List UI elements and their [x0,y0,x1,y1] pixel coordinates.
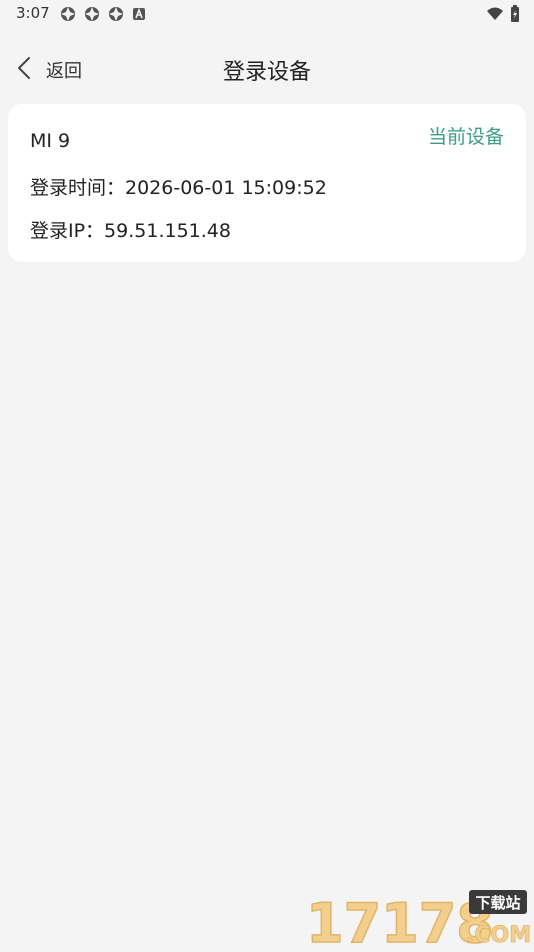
page-title: 登录设备 [222,60,311,85]
watermark-tag: 下载站 [475,894,520,912]
login-time: 登录时间：2026-06-01 15:09:52 [30,177,327,199]
app-notification-icon [60,6,76,22]
app-notification-icon [84,6,100,22]
battery-icon [510,5,520,26]
watermark-com: .COM [466,923,530,948]
header: 返回 登录设备 [0,40,534,102]
current-device-badge: 当前设备 [427,126,504,148]
status-time: 3:07 [16,4,50,22]
status-bar: 3:07 [0,0,534,28]
wifi-icon [486,6,504,25]
notification-icons [60,6,146,22]
system-icons [486,5,520,26]
login-ip: 登录IP：59.51.151.48 [30,220,231,242]
watermark-logo: 17178 下载站 .COM [305,888,532,952]
device-name: MI 9 [30,130,71,152]
device-card[interactable]: MI 9 当前设备 登录时间：2026-06-01 15:09:52 登录IP：… [8,104,526,262]
app-notification-icon [108,6,124,22]
a-badge-icon [132,7,146,21]
